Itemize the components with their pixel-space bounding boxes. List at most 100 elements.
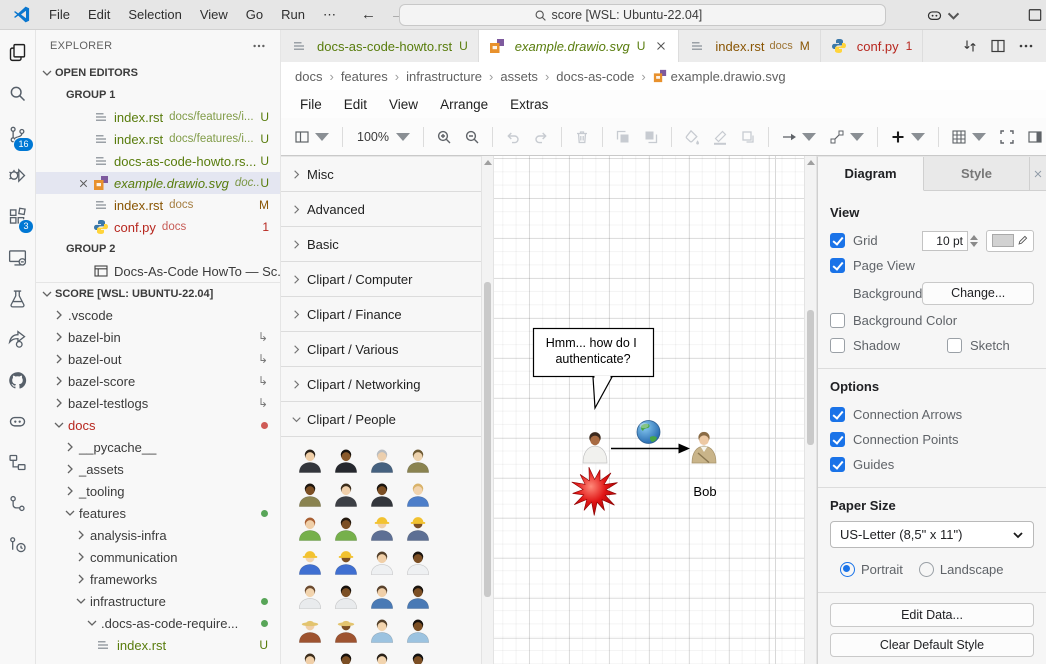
portrait-option[interactable]: Portrait <box>840 562 903 577</box>
person-shape[interactable] <box>364 443 400 477</box>
activity-explorer[interactable] <box>0 32 36 73</box>
activity-live-share[interactable] <box>0 319 36 360</box>
split-editor-icon[interactable] <box>990 38 1006 54</box>
activity-git-log[interactable] <box>0 524 36 565</box>
format-panel-button[interactable] <box>1022 125 1046 149</box>
open-changes-icon[interactable] <box>962 38 978 54</box>
tab-docs-as-code-howto-rst[interactable]: docs-as-code-howto.rstU <box>281 30 479 62</box>
person-shape[interactable] <box>400 613 436 647</box>
open-editor-item[interactable]: conf.pydocs1 <box>36 216 280 238</box>
tree-item-docs-as-code-require[interactable]: .docs-as-code-require... <box>36 612 280 634</box>
tree-item-bazel-bin[interactable]: bazel-bin↳ <box>36 326 280 348</box>
activity-hierarchy[interactable] <box>0 442 36 483</box>
shape-section-clipart-people[interactable]: Clipart / People <box>281 402 481 437</box>
person-shape[interactable] <box>400 647 436 664</box>
activity-copilot-chat[interactable] <box>0 401 36 442</box>
shadow-checkbox[interactable] <box>830 338 845 353</box>
edit-data-button[interactable]: Edit Data... <box>830 603 1034 627</box>
copilot-button[interactable] <box>926 7 962 24</box>
scrollbar-thumb[interactable] <box>484 282 491 597</box>
person-shape[interactable] <box>292 477 328 511</box>
connection-dropdown[interactable] <box>776 125 822 149</box>
connection-points-checkbox[interactable] <box>830 432 845 447</box>
menu-view[interactable]: View <box>191 7 237 22</box>
landscape-radio[interactable] <box>919 562 934 577</box>
sketch-checkbox[interactable] <box>947 338 962 353</box>
drawio-canvas[interactable]: Hmm... how do I authenticate? <box>494 156 804 664</box>
scroll-up-arrow-icon[interactable] <box>484 160 492 165</box>
drawio-menu-arrange[interactable]: Arrange <box>431 95 497 114</box>
guides-checkbox[interactable] <box>830 457 845 472</box>
more-actions-icon[interactable] <box>1018 38 1034 54</box>
open-editor-item[interactable]: index.rstdocs/features/i...U <box>36 106 280 128</box>
starburst-shape[interactable] <box>572 467 618 515</box>
breadcrumb-assets[interactable]: assets <box>500 69 538 84</box>
drawio-menu-view[interactable]: View <box>380 95 427 114</box>
open-editor-item[interactable]: Docs-As-Code HowTo — Sc... <box>36 260 280 282</box>
person-shape[interactable] <box>328 579 364 613</box>
drawio-menu-edit[interactable]: Edit <box>335 95 376 114</box>
shape-section-misc[interactable]: Misc <box>281 157 481 192</box>
view-layout-dropdown[interactable] <box>289 125 335 149</box>
person-shape[interactable] <box>292 443 328 477</box>
drawio-menu-file[interactable]: File <box>291 95 331 114</box>
person-shape[interactable] <box>364 545 400 579</box>
open-editor-item[interactable]: index.rstdocsM <box>36 194 280 216</box>
grid-size-input[interactable] <box>922 231 968 251</box>
grid-checkbox[interactable] <box>830 233 845 248</box>
waypoints-dropdown[interactable] <box>824 125 870 149</box>
tree-item-frameworks[interactable]: frameworks <box>36 568 280 590</box>
open-editor-item[interactable]: index.rstdocs/features/i...U <box>36 128 280 150</box>
close-icon[interactable] <box>74 176 93 190</box>
menu-edit[interactable]: Edit <box>79 7 119 22</box>
page-view-checkbox[interactable] <box>830 258 845 273</box>
shape-section-advanced[interactable]: Advanced <box>281 192 481 227</box>
person-shape[interactable] <box>328 511 364 545</box>
change-background-button[interactable]: Change... <box>922 282 1034 305</box>
person-shape[interactable] <box>364 579 400 613</box>
format-tab-style[interactable]: Style <box>924 157 1030 190</box>
palette-scrollbar[interactable] <box>481 156 494 664</box>
activity-remote-explorer[interactable] <box>0 237 36 278</box>
tree-item-tooling[interactable]: _tooling <box>36 480 280 502</box>
person-bob-shape[interactable] <box>692 432 716 463</box>
activity-run-debug[interactable] <box>0 155 36 196</box>
tree-item-bazel-out[interactable]: bazel-out↳ <box>36 348 280 370</box>
person-shape[interactable] <box>292 613 328 647</box>
open-editor-item[interactable]: example.drawio.svgdoc...U <box>36 172 280 194</box>
person-shape[interactable] <box>292 511 328 545</box>
zoom-in-button[interactable] <box>431 125 457 149</box>
person-shape[interactable] <box>400 511 436 545</box>
speech-bubble-shape[interactable]: Hmm... how do I authenticate? <box>534 329 654 409</box>
breadcrumb-docs[interactable]: docs <box>295 69 322 84</box>
person-shape[interactable] <box>328 647 364 664</box>
person-shape[interactable] <box>400 579 436 613</box>
shape-section-clipart-networking[interactable]: Clipart / Networking <box>281 367 481 402</box>
scrollbar-thumb[interactable] <box>807 310 814 445</box>
bob-label[interactable]: Bob <box>693 484 716 499</box>
shape-section-clipart-computer[interactable]: Clipart / Computer <box>281 262 481 297</box>
command-center-search[interactable] <box>399 4 886 26</box>
grid-size-stepper[interactable] <box>970 235 978 247</box>
background-color-checkbox[interactable] <box>830 313 845 328</box>
person-shape[interactable] <box>364 613 400 647</box>
zoom-dropdown[interactable]: 100% <box>350 125 416 149</box>
breadcrumb-features[interactable]: features <box>341 69 388 84</box>
connector-arrow[interactable] <box>611 444 690 454</box>
person-shape[interactable] <box>400 545 436 579</box>
layout-panel-icon[interactable] <box>1028 8 1042 22</box>
menu-file[interactable]: File <box>40 7 79 22</box>
person-shape[interactable] <box>328 477 364 511</box>
menu-go[interactable]: Go <box>237 7 272 22</box>
activity-source-control[interactable]: 16 <box>0 114 36 155</box>
fullscreen-button[interactable] <box>994 125 1020 149</box>
search-input[interactable] <box>552 8 752 22</box>
breadcrumb-infrastructure[interactable]: infrastructure <box>406 69 482 84</box>
person-shape[interactable] <box>400 443 436 477</box>
menu-selection[interactable]: Selection <box>119 7 190 22</box>
tree-item-features[interactable]: features <box>36 502 280 524</box>
person-shape[interactable] <box>364 477 400 511</box>
tree-item-vscode[interactable]: .vscode <box>36 304 280 326</box>
person-shape[interactable] <box>400 477 436 511</box>
tree-item-bazel-score[interactable]: bazel-score↳ <box>36 370 280 392</box>
